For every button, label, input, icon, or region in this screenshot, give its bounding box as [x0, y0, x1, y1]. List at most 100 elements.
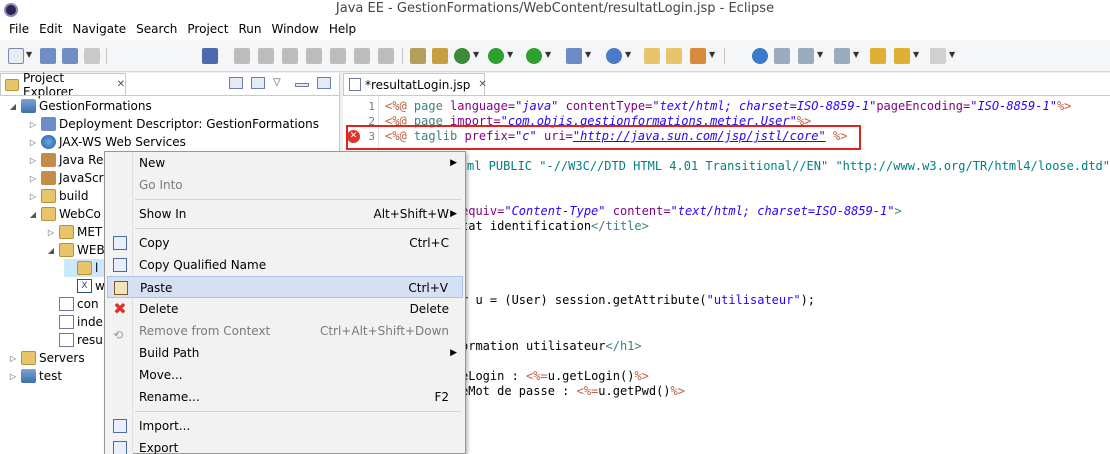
code-line-login[interactable]: eLogin : <%=u.getLogin()%> [461, 369, 649, 384]
tree-item[interactable]: ▷ Servers [8, 349, 85, 367]
chevron-down-icon[interactable]: ▼ [949, 50, 955, 59]
collapsed-icon[interactable]: ▷ [28, 120, 38, 129]
menu-item-rename[interactable]: Rename... F2 [107, 386, 463, 408]
menu-search[interactable]: Search [131, 20, 182, 40]
chevron-down-icon[interactable]: ▼ [473, 50, 479, 59]
close-icon[interactable]: ✕ [478, 79, 486, 90]
back-icon[interactable] [894, 48, 910, 64]
link-with-editor-icon[interactable] [251, 77, 265, 89]
view-menu-icon[interactable]: ▽ [273, 77, 287, 89]
debug-icon[interactable] [454, 48, 470, 64]
search-icon[interactable] [690, 48, 706, 64]
step-over-icon[interactable] [354, 48, 370, 64]
menu-item-copy[interactable]: Copy Ctrl+C [107, 232, 463, 254]
new-web-service-icon[interactable] [606, 48, 622, 64]
chevron-down-icon[interactable]: ▼ [545, 50, 551, 59]
menu-item-paste[interactable]: Paste Ctrl+V [107, 276, 463, 298]
chevron-down-icon[interactable]: ▼ [507, 50, 513, 59]
chevron-down-icon[interactable]: ▼ [913, 50, 919, 59]
tree-item[interactable]: ▷ build [28, 187, 89, 205]
code-line-1[interactable]: <%@ page language="java" contentType="te… [385, 99, 1071, 114]
expanded-icon[interactable]: ◢ [28, 210, 38, 219]
menu-edit[interactable]: Edit [34, 20, 67, 40]
code-line-meta[interactable]: equiv="Content-Type" content="text/html;… [461, 204, 902, 219]
step-return-icon[interactable] [378, 48, 394, 64]
web-browser-icon[interactable] [752, 48, 768, 64]
chevron-down-icon[interactable]: ▼ [625, 50, 631, 59]
tree-item[interactable]: X w [64, 277, 105, 295]
code-line-doctype[interactable]: ml PUBLIC "-//W3C//DTD HTML 4.01 Transit… [467, 159, 1110, 174]
menu-item-import[interactable]: Import... [107, 415, 463, 437]
server-icon[interactable] [410, 48, 426, 64]
tree-item[interactable]: ▷ test [8, 367, 62, 385]
tree-item[interactable]: ▷ MET [46, 223, 102, 241]
disconnect-icon[interactable] [306, 48, 322, 64]
tree-item[interactable]: inde [46, 313, 103, 331]
menu-project[interactable]: Project [182, 20, 233, 40]
last-edit-icon[interactable] [870, 48, 886, 64]
collapsed-icon[interactable]: ▷ [28, 156, 38, 165]
code-line-password[interactable]: eMot de passe : <%=u.getPwd()%> [461, 384, 685, 399]
external-tools-icon[interactable] [526, 48, 542, 64]
save-all-icon[interactable] [62, 48, 78, 64]
collapsed-icon[interactable]: ▷ [46, 228, 56, 237]
chevron-down-icon[interactable]: ▼ [585, 50, 591, 59]
menu-item-copy-qualified-name[interactable]: Copy Qualified Name [107, 254, 463, 276]
chevron-down-icon[interactable]: ▼ [709, 50, 715, 59]
resume-icon[interactable] [234, 48, 250, 64]
menu-help[interactable]: Help [324, 20, 361, 40]
tab-resultatlogin-jsp[interactable]: *resultatLogin.jsp ✕ [343, 73, 487, 95]
chevron-down-icon[interactable]: ▼ [853, 50, 859, 59]
code-line-h1[interactable]: ormation utilisateur</h1> [461, 339, 642, 354]
tree-item-selected[interactable]: l [64, 259, 106, 277]
collapsed-icon[interactable]: ▷ [28, 174, 38, 183]
tree-item[interactable]: ▷ JavaScri [28, 169, 107, 187]
menu-item-go-into[interactable]: Go Into [107, 174, 463, 196]
menu-file[interactable]: File [4, 20, 34, 40]
pin-icon[interactable] [202, 48, 218, 64]
menu-item-new[interactable]: New ▶ [107, 152, 463, 174]
expanded-icon[interactable]: ◢ [46, 246, 56, 255]
close-icon[interactable]: ✕ [117, 79, 125, 90]
collapsed-icon[interactable]: ▷ [8, 372, 18, 381]
new-icon[interactable] [8, 48, 24, 64]
tree-item[interactable]: ◢ WEB [46, 241, 105, 259]
suspend-icon[interactable] [258, 48, 274, 64]
collapsed-icon[interactable]: ▷ [28, 192, 38, 201]
menu-item-delete[interactable]: ✖ Delete Delete [107, 298, 463, 320]
forward-icon[interactable] [930, 48, 946, 64]
tree-item[interactable]: con [46, 295, 99, 313]
new-server-icon[interactable] [566, 48, 582, 64]
tree-item[interactable]: ◢ GestionFormations [8, 97, 152, 115]
tree-item[interactable]: ▷ Java Res [28, 151, 110, 169]
minimize-icon[interactable] [295, 83, 309, 87]
collapsed-icon[interactable]: ▷ [8, 354, 18, 363]
terminate-icon[interactable] [282, 48, 298, 64]
next-annotation-icon[interactable] [798, 48, 814, 64]
tree-item[interactable]: ▷ Deployment Descriptor: GestionFormatio… [28, 115, 319, 133]
tab-project-explorer[interactable]: Project Explorer ✕ [0, 71, 126, 99]
menu-item-export[interactable]: Export [107, 437, 463, 454]
save-icon[interactable] [40, 48, 56, 64]
menu-item-remove-from-context[interactable]: ⟲ Remove from Context Ctrl+Alt+Shift+Dow… [107, 320, 463, 342]
menu-item-move[interactable]: Move... [107, 364, 463, 386]
chevron-down-icon[interactable]: ▼ [26, 50, 32, 59]
annotation-icon[interactable] [774, 48, 790, 64]
tree-item[interactable]: ◢ WebCo [28, 205, 101, 223]
expanded-icon[interactable]: ◢ [8, 102, 18, 111]
publish-icon[interactable] [432, 48, 448, 64]
print-icon[interactable] [84, 48, 100, 64]
prev-annotation-icon[interactable] [834, 48, 850, 64]
code-line-session[interactable]: r u = (User) session.getAttribute("utili… [461, 293, 815, 308]
tree-item[interactable]: resu [46, 331, 103, 349]
step-into-icon[interactable] [330, 48, 346, 64]
menu-window[interactable]: Window [266, 20, 323, 40]
open-folder-icon[interactable] [666, 48, 682, 64]
tree-item[interactable]: ▷ JAX-WS Web Services [28, 133, 186, 151]
chevron-down-icon[interactable]: ▼ [817, 50, 823, 59]
collapsed-icon[interactable]: ▷ [28, 138, 38, 147]
open-type-icon[interactable] [644, 48, 660, 64]
menu-navigate[interactable]: Navigate [67, 20, 131, 40]
code-line-title[interactable]: tat identification</title> [461, 219, 649, 234]
collapse-all-icon[interactable] [229, 77, 243, 89]
